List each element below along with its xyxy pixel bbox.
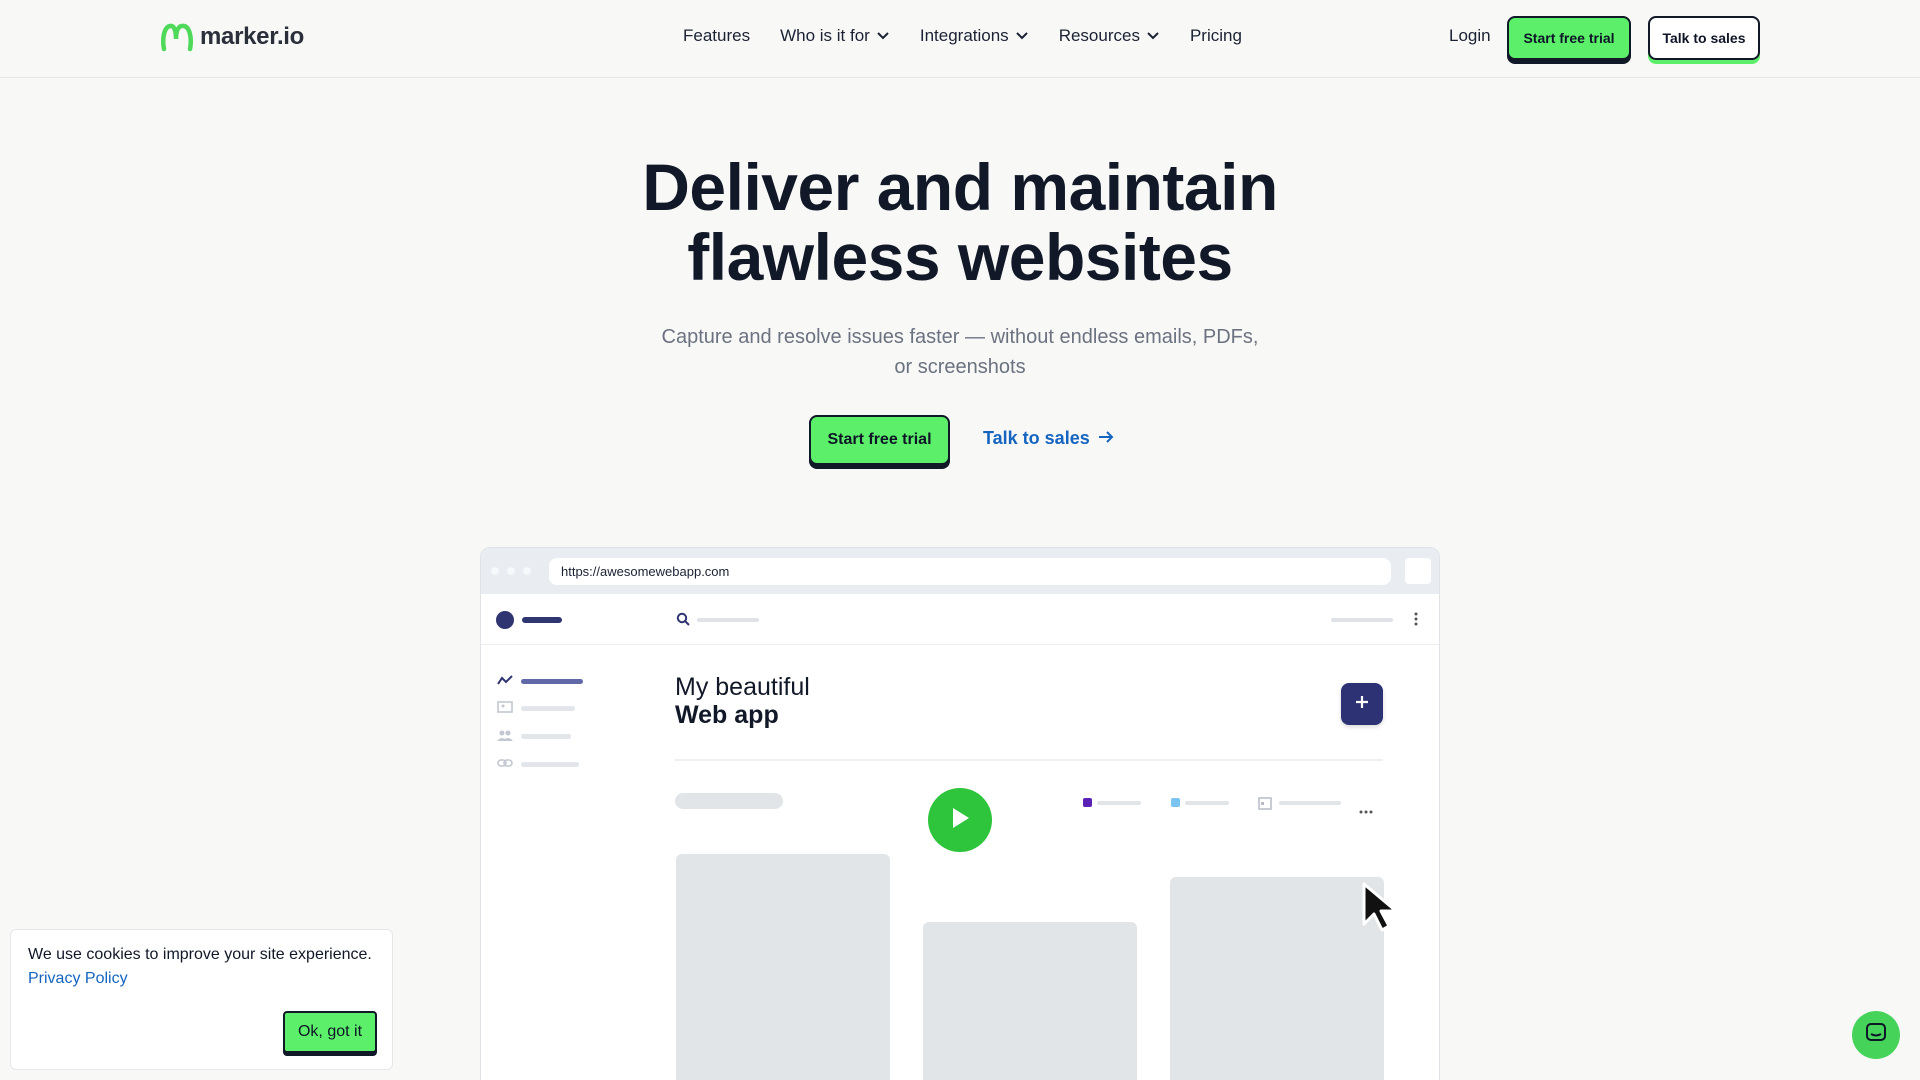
play-video-button[interactable] <box>928 788 992 852</box>
legend-swatch-purple <box>1083 798 1092 807</box>
chat-widget-button[interactable] <box>1852 1011 1900 1059</box>
mock-user-placeholder <box>1331 618 1393 622</box>
window-dot <box>523 567 531 575</box>
start-free-trial-button[interactable]: Start free trial <box>1507 16 1631 60</box>
arrow-right-icon <box>1098 428 1114 449</box>
sidebar-item-placeholder <box>521 679 583 684</box>
mock-app-name-placeholder <box>522 617 562 623</box>
marker-logo-icon <box>160 21 194 53</box>
nav-item-label: Who is it for <box>780 26 870 45</box>
hero-title: Deliver and maintain flawless websites <box>560 152 1360 292</box>
brand-name: marker.io <box>200 23 305 50</box>
mock-card <box>676 854 890 1080</box>
legend-swatch-blue <box>1171 798 1180 807</box>
mock-app-header <box>481 594 1439 645</box>
nav-item-label: Resources <box>1058 26 1140 45</box>
window-dot <box>507 567 515 575</box>
sidebar-item-placeholder <box>521 706 575 711</box>
window-dot <box>491 567 499 575</box>
accept-cookies-button[interactable]: Ok, got it <box>283 1011 377 1053</box>
hero-subtitle-line: Capture and resolve issues faster — with… <box>661 326 1259 348</box>
plus-icon <box>1354 694 1370 715</box>
mock-search-placeholder <box>697 618 759 622</box>
nav-item-label: Integrations <box>919 26 1009 45</box>
hero-title-line: Deliver and maintain <box>642 150 1278 224</box>
privacy-policy-link[interactable]: Privacy Policy <box>28 970 128 988</box>
mock-card <box>1170 877 1384 1080</box>
mock-app-logo <box>496 611 514 629</box>
date-range-placeholder <box>1279 801 1341 805</box>
search-icon <box>676 612 690 631</box>
nav-item-resources[interactable]: Resources <box>1059 26 1160 46</box>
mouse-cursor-icon <box>1358 880 1406 941</box>
more-vertical-icon <box>1414 612 1418 631</box>
chat-icon <box>1865 1022 1887 1049</box>
sidebar-item-placeholder <box>521 762 579 767</box>
talk-to-sales-button[interactable]: Talk to sales <box>1648 16 1760 60</box>
nav-item-label: Features <box>683 26 751 45</box>
browser-address-bar: https://awesomewebapp.com <box>549 558 1391 585</box>
legend-label-placeholder <box>1185 801 1229 805</box>
main-menu: Features Who is it for Integrations Reso… <box>683 26 1272 46</box>
chevron-down-icon <box>1015 31 1029 41</box>
mock-card <box>923 922 1137 1080</box>
mock-filter-placeholder <box>675 793 783 809</box>
legend-label-placeholder <box>1097 801 1141 805</box>
more-horizontal-icon <box>1359 801 1373 819</box>
browser-extension-button <box>1405 558 1431 584</box>
hero-talk-to-sales-link[interactable]: Talk to sales <box>983 428 1114 449</box>
nav-item-pricing[interactable]: Pricing <box>1190 26 1242 46</box>
browser-toolbar: https://awesomewebapp.com <box>481 548 1439 594</box>
content-divider <box>675 759 1383 761</box>
hero-subtitle-line: or screenshots <box>894 356 1026 378</box>
mock-add-button[interactable] <box>1341 683 1383 725</box>
cookie-banner: We use cookies to improve your site expe… <box>10 929 393 1070</box>
nav-item-label: Pricing <box>1189 26 1242 45</box>
nav-item-features[interactable]: Features <box>683 26 750 46</box>
hero-start-free-trial-button[interactable]: Start free trial <box>809 415 950 465</box>
hero-subtitle: Capture and resolve issues faster — with… <box>640 322 1280 382</box>
hero-talk-to-sales-label: Talk to sales <box>983 428 1090 448</box>
nav-item-who-is-it-for[interactable]: Who is it for <box>780 26 890 46</box>
mock-app-subtitle: Web app <box>675 701 779 729</box>
nav-item-integrations[interactable]: Integrations <box>920 26 1029 46</box>
image-icon <box>497 700 513 718</box>
login-link[interactable]: Login <box>1449 26 1491 46</box>
cookie-message: We use cookies to improve your site expe… <box>28 946 372 963</box>
hero-title-line: flawless websites <box>687 220 1233 294</box>
product-demo-browser: https://awesomewebapp.com My beautiful W… <box>480 547 1440 1080</box>
link-icon <box>497 756 513 774</box>
chevron-down-icon <box>1146 31 1160 41</box>
brand-logo[interactable]: marker.io <box>160 21 304 53</box>
sidebar-item-placeholder <box>521 734 571 739</box>
play-icon <box>948 805 972 836</box>
chart-icon <box>497 673 513 691</box>
calendar-icon <box>1258 796 1272 815</box>
top-navigation: marker.io Features Who is it for Integra… <box>0 0 1920 78</box>
chevron-down-icon <box>876 31 890 41</box>
users-icon <box>497 728 513 746</box>
mock-app-title: My beautiful <box>675 673 810 701</box>
